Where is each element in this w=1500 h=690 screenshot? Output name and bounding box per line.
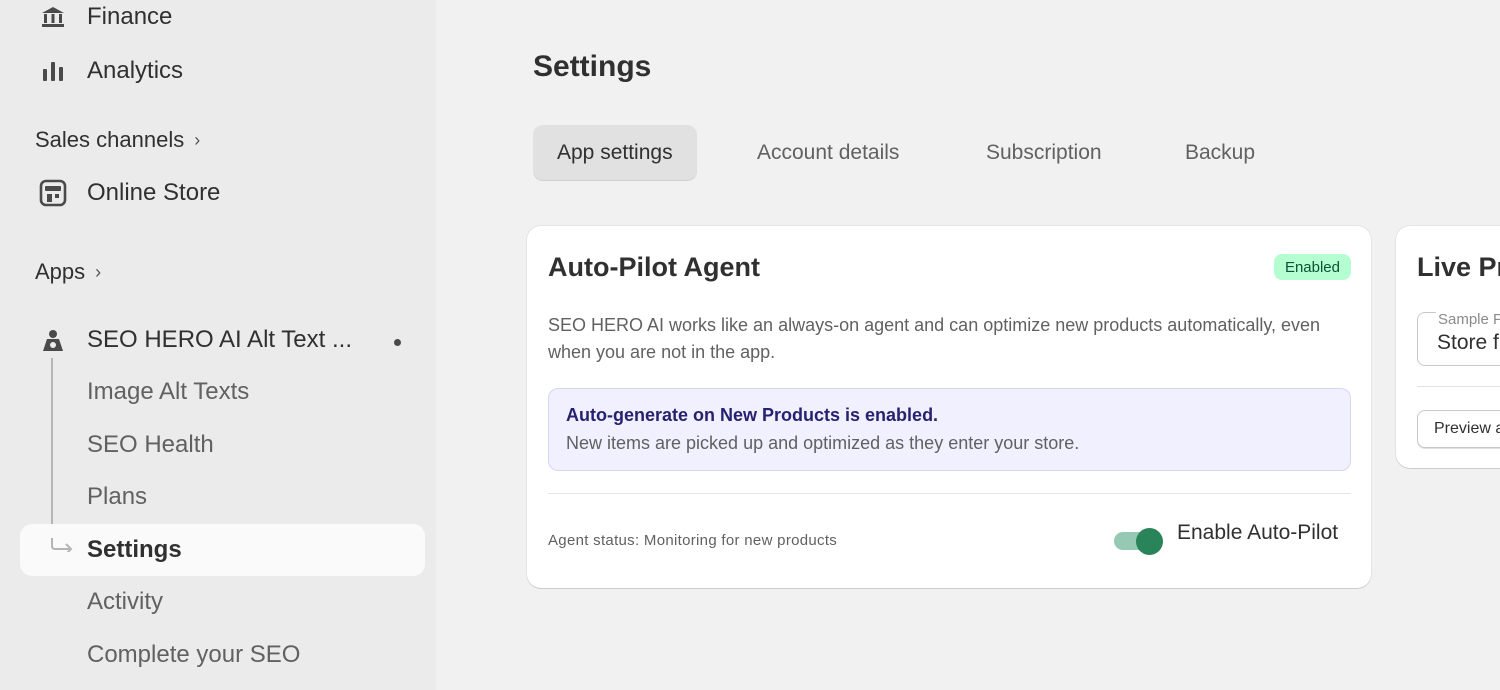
toggle-knob	[1136, 528, 1163, 555]
sidebar-subitem-plans[interactable]: Plans	[87, 483, 147, 511]
sidebar-item-finance[interactable]: Finance	[0, 0, 436, 34]
tab-backup[interactable]: Backup	[1161, 125, 1279, 181]
sidebar-subitem-complete-seo[interactable]: Complete your SEO	[87, 641, 300, 669]
toggle-label[interactable]: Enable Auto-Pilot	[1177, 521, 1338, 545]
agent-status-text: Agent status: Monitoring for new product…	[548, 532, 838, 549]
banner-text: New items are picked up and optimized as…	[566, 433, 1080, 453]
chevron-right-icon: ›	[194, 129, 201, 150]
preview-button[interactable]: Preview a	[1417, 410, 1500, 448]
sidebar-subitem-activity[interactable]: Activity	[87, 588, 163, 616]
sidebar-subitem-seo-health[interactable]: SEO Health	[87, 431, 214, 459]
info-banner: Auto-generate on New Products is enabled…	[548, 388, 1351, 471]
card-title: Live Pr	[1417, 252, 1500, 282]
tab-app-settings[interactable]: App settings	[533, 125, 697, 181]
autopilot-card: Auto-Pilot Agent Enabled SEO HERO AI wor…	[527, 226, 1371, 588]
divider	[1417, 386, 1500, 387]
sidebar-item-online-store[interactable]: Online Store	[0, 176, 436, 210]
sidebar-subitem-image-alt-texts[interactable]: Image Alt Texts	[87, 378, 249, 406]
live-preview-card: Live Pr Sample P Store f Preview a	[1396, 226, 1500, 468]
banner-title: Auto-generate on New Products is enabled…	[566, 405, 939, 425]
card-description: SEO HERO AI works like an always-on agen…	[548, 315, 1321, 362]
field-value: Store f	[1437, 331, 1499, 354]
sidebar-item-label: Finance	[87, 3, 173, 30]
app-logo-icon	[38, 326, 68, 356]
sidebar-item-seo-hero-app[interactable]: SEO HERO AI Alt Text ...	[0, 322, 436, 358]
bar-chart-icon	[38, 56, 68, 86]
field-label: Sample P	[1436, 311, 1500, 328]
pin-dot-icon	[394, 339, 401, 346]
sidebar-item-label: SEO HERO AI Alt Text ...	[87, 326, 352, 353]
divider	[548, 493, 1351, 494]
card-title: Auto-Pilot Agent	[548, 252, 760, 282]
sidebar-item-label: Online Store	[87, 179, 221, 206]
sidebar-subitem-settings[interactable]: Settings	[87, 536, 182, 564]
autopilot-toggle[interactable]	[1114, 527, 1164, 555]
branch-arrow-icon	[51, 538, 73, 552]
active-item-highlight	[20, 524, 425, 576]
section-label: Sales channels	[35, 127, 185, 152]
sample-product-field[interactable]: Sample P Store f	[1417, 311, 1500, 366]
sidebar-item-label: Analytics	[87, 57, 184, 84]
apps-heading[interactable]: Apps ›	[35, 259, 101, 285]
page-title: Settings	[533, 50, 652, 83]
store-icon	[38, 178, 68, 208]
tab-subscription[interactable]: Subscription	[962, 125, 1126, 181]
tab-account-details[interactable]: Account details	[733, 125, 923, 181]
sidebar-item-analytics[interactable]: Analytics	[0, 54, 436, 88]
status-badge: Enabled	[1273, 254, 1351, 280]
tree-line	[51, 358, 53, 548]
section-label: Apps	[35, 259, 86, 284]
chevron-right-icon: ›	[95, 261, 102, 282]
sidebar: Finance Analytics Sales channels › Onlin…	[0, 0, 436, 690]
sales-channels-heading[interactable]: Sales channels ›	[35, 127, 200, 153]
bank-icon	[38, 2, 68, 32]
